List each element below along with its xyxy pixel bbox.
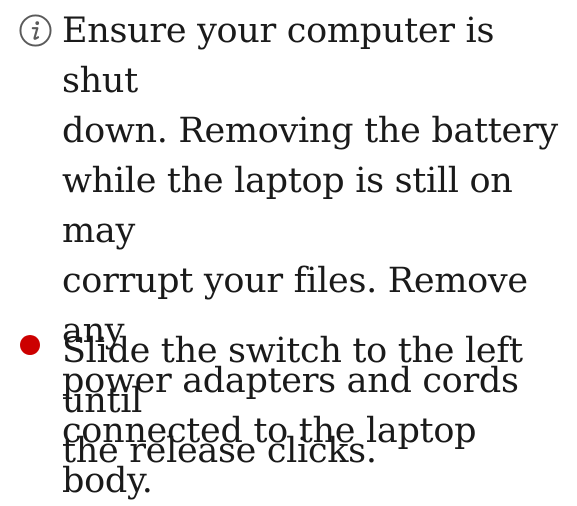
info-icon	[19, 14, 52, 47]
bullet-dot-icon	[20, 335, 40, 355]
step-list: Ensure your computer is shut down. Remov…	[0, 0, 577, 501]
step-text: Slide the switch to the left until the r…	[62, 331, 523, 471]
